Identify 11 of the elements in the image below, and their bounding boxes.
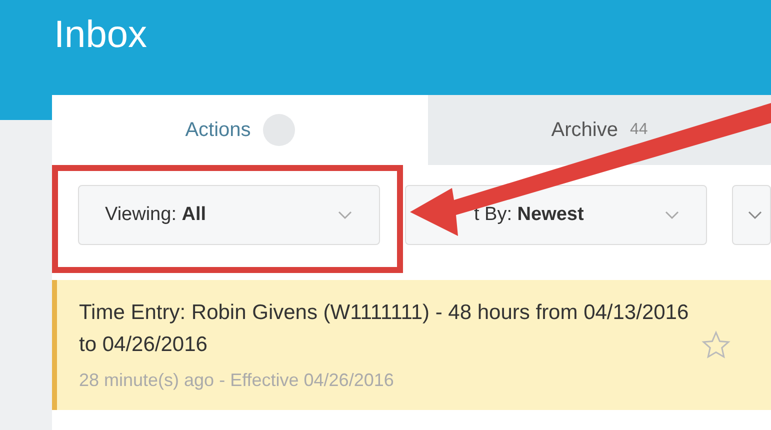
page-title: Inbox xyxy=(54,16,147,54)
chevron-icon xyxy=(747,210,763,220)
item-title: Time Entry: Robin Givens (W1111111) - 48 hours from 04/13/2016 to 04/26/2016 xyxy=(79,300,690,358)
count-badge xyxy=(262,114,295,146)
filter-dropdown[interactable]: Viewing: All xyxy=(78,185,380,245)
inbox-item[interactable]: Time Entry: Robin Givens (W1111111) - 48 hours from 04/13/2016 to 04/26/2016 28 minute(s) ago - Effective 04/26/2016 xyxy=(52,280,771,410)
chevron-icon xyxy=(664,210,680,220)
chevron-icon xyxy=(337,210,353,220)
item-meta: 28 minute(s) ago - Effective 04/26/2016 xyxy=(79,368,395,392)
menu-dropdown[interactable] xyxy=(732,185,771,245)
star-icon[interactable] xyxy=(701,330,731,360)
